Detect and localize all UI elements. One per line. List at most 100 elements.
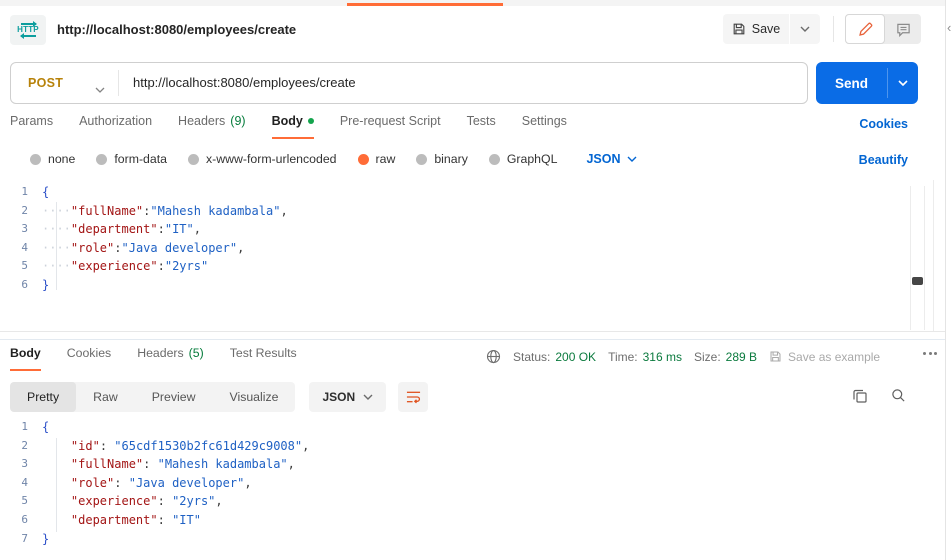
tab-response-headers[interactable]: Headers (5): [137, 346, 204, 371]
comments-button[interactable]: [885, 14, 921, 44]
method-url-divider: [118, 70, 119, 96]
line-content: ····"role":"Java developer",: [42, 240, 245, 255]
size-label: Size:: [693, 349, 721, 364]
radio-raw[interactable]: raw: [357, 152, 396, 166]
url-input[interactable]: http://localhost:8080/employees/create: [133, 75, 356, 90]
right-sidebar-edge[interactable]: [945, 0, 952, 560]
line-number: 7: [21, 531, 28, 545]
tab-label: Authorization: [79, 114, 153, 128]
response-toolbar: Pretty Raw Preview Visualize JSON: [10, 382, 429, 412]
tab-label: Settings: [521, 114, 567, 128]
beautify-link[interactable]: Beautify: [859, 153, 908, 167]
view-tab-preview[interactable]: Preview: [135, 382, 213, 412]
tab-label: Pre-request Script: [339, 114, 441, 128]
tab-label: Body: [10, 346, 41, 360]
code-line: 1{: [0, 418, 309, 437]
save-as-example-button[interactable]: Save as example: [769, 350, 880, 364]
response-content-type-dropdown[interactable]: JSON: [309, 382, 387, 412]
tab-label: Test Results: [229, 346, 297, 360]
response-more-actions-icon[interactable]: [923, 352, 937, 355]
copy-response-button[interactable]: [852, 388, 868, 409]
line-content: "experience": "2yrs",: [70, 494, 223, 509]
line-number: 1: [21, 420, 28, 433]
size-value: 289 B: [725, 349, 758, 364]
tab-test-results[interactable]: Test Results: [230, 346, 297, 371]
line-number: 6: [21, 277, 28, 291]
window-tab-strip: [0, 0, 952, 6]
edit-mode-button[interactable]: [845, 14, 885, 44]
pane-resizer[interactable]: [0, 339, 945, 340]
radio-dot: [30, 153, 41, 165]
line-number: 2: [21, 203, 28, 217]
collapse-chevron-icon[interactable]: ‹: [947, 20, 951, 35]
code-line: 4 "role": "Java developer",: [0, 474, 309, 493]
line-content: ····"fullName":"Mahesh kadambala",: [42, 203, 288, 218]
radio-none[interactable]: none: [30, 152, 75, 166]
active-tab-indicator: [347, 3, 503, 6]
editor-scrollbar-track[interactable]: [910, 186, 925, 330]
request-body-editor[interactable]: 1{2····"fullName":"Mahesh kadambala",3··…: [0, 183, 288, 295]
radio-label: x-www-form-urlencoded: [205, 152, 337, 166]
chevron-down-icon: [627, 156, 637, 162]
radio-dot-selected: [357, 153, 369, 165]
http-request-icon: HTTP: [10, 15, 46, 45]
response-body-editor[interactable]: 1{2 "id": "65cdf1530b2fc61d429c9008", 3 "…: [0, 418, 309, 548]
tab-authorization[interactable]: Authorization: [79, 114, 152, 139]
view-tab-visualize[interactable]: Visualize: [212, 382, 295, 412]
tab-label: Body: [271, 114, 303, 128]
method-selector[interactable]: POST: [28, 76, 63, 90]
response-meta: Status: 200 OK Time: 316 ms Size: 289 B Sav…: [486, 349, 880, 364]
chevron-down-icon: [800, 26, 810, 32]
header-divider: [833, 16, 834, 42]
tab-response-body[interactable]: Body: [10, 346, 41, 371]
indent-guide: [56, 438, 57, 532]
save-as-example-label: Save as example: [788, 349, 881, 364]
copy-icon: [853, 389, 867, 403]
line-content: }: [42, 531, 50, 546]
tab-response-cookies[interactable]: Cookies: [67, 346, 111, 371]
editor-right-edge: [933, 180, 934, 331]
postman-app: { "colors": { "accent_orange": "#ff6c37"…: [0, 0, 952, 560]
tab-body[interactable]: Body: [271, 114, 315, 139]
view-tab-pretty[interactable]: Pretty: [10, 382, 77, 412]
radio-graphql[interactable]: GraphQL: [488, 152, 558, 166]
line-content: "department": "IT": [70, 512, 201, 527]
tab-headers[interactable]: Headers (9): [178, 114, 246, 139]
save-button[interactable]: Save: [723, 14, 789, 44]
search-response-button[interactable]: [891, 388, 906, 408]
save-floppy-icon: [770, 351, 781, 362]
radio-form-data[interactable]: form-data: [96, 152, 167, 166]
text-wrap-icon: [406, 391, 420, 404]
code-line: 4 ····"role":"Java developer",: [0, 239, 288, 258]
line-number: 6: [21, 512, 28, 526]
radio-dot: [96, 153, 108, 165]
wrap-lines-button[interactable]: [398, 382, 429, 412]
headers-count: (9): [230, 114, 246, 128]
radio-dot: [187, 153, 199, 165]
line-number: 1: [21, 185, 28, 198]
radio-label: binary: [434, 152, 468, 166]
tab-params[interactable]: Params: [10, 114, 53, 139]
editor-scrollbar-thumb[interactable]: [912, 277, 923, 285]
code-line: 2 ····"fullName":"Mahesh kadambala",: [0, 202, 288, 221]
line-number: 3: [21, 457, 28, 471]
radio-label: none: [48, 152, 76, 166]
method-chevron-icon[interactable]: [95, 80, 105, 98]
tab-tests[interactable]: Tests: [467, 114, 496, 139]
line-number: 4: [21, 240, 28, 254]
save-options-button[interactable]: [790, 14, 820, 44]
send-button[interactable]: Send: [816, 62, 918, 104]
content-type-dropdown[interactable]: JSON: [586, 152, 637, 166]
tab-label: Tests: [466, 114, 496, 128]
radio-label: GraphQL: [506, 152, 558, 166]
request-url-bar: [10, 62, 808, 104]
tab-pre-request-script[interactable]: Pre-request Script: [340, 114, 441, 139]
code-line: 1{: [0, 183, 288, 202]
cookies-link[interactable]: Cookies: [859, 117, 908, 131]
radio-x-www-form-urlencoded[interactable]: x-www-form-urlencoded: [187, 152, 337, 166]
radio-binary[interactable]: binary: [416, 152, 468, 166]
radio-label: raw: [375, 152, 396, 166]
tab-settings[interactable]: Settings: [522, 114, 567, 139]
send-options-chevron-icon[interactable]: [888, 62, 918, 104]
view-tab-raw[interactable]: Raw: [76, 382, 135, 412]
